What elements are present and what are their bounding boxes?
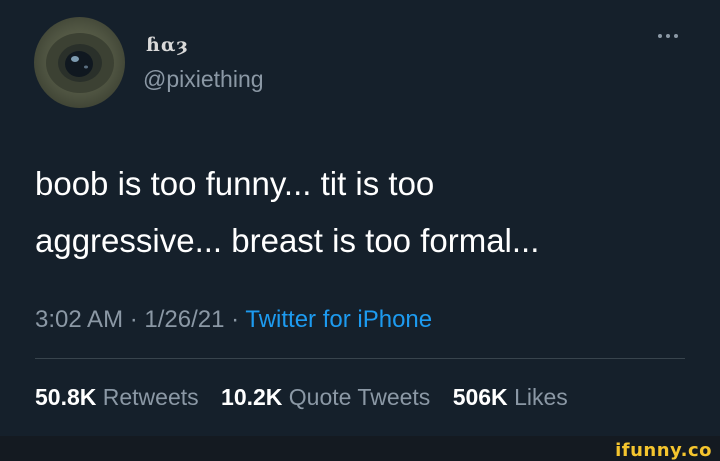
watermark-logo: ifunny.co [615, 440, 712, 461]
tweet-text-line: aggressive... breast is too formal... [35, 222, 540, 259]
tweet-date[interactable]: 1/26/21 [144, 306, 224, 333]
tweet-time[interactable]: 3:02 AM [35, 306, 123, 333]
handle[interactable]: @pixiething [143, 66, 264, 93]
likes-label: Likes [514, 384, 568, 410]
meta-separator: · [123, 306, 145, 333]
quote-tweets-count: 10.2K [221, 384, 283, 410]
watermark-bar [0, 436, 720, 459]
quote-tweets-label: Quote Tweets [288, 384, 431, 410]
retweets-label: Retweets [102, 384, 199, 410]
avatar-eye-icon [46, 33, 114, 93]
likes-count: 506K [452, 384, 508, 410]
more-horizontal-icon[interactable] [652, 30, 684, 42]
quote-tweets-stat[interactable]: 10.2K Quote Tweets [221, 384, 430, 410]
likes-stat[interactable]: 506K Likes [453, 384, 568, 410]
display-name[interactable]: ɦαȝ [146, 34, 189, 56]
tweet-stats: 50.8K Retweets 10.2K Quote Tweets 506K L… [35, 384, 584, 411]
tweet-source-link[interactable]: Twitter for iPhone [245, 306, 432, 333]
retweets-stat[interactable]: 50.8K Retweets [35, 384, 199, 410]
avatar[interactable] [34, 17, 125, 108]
divider [35, 358, 685, 359]
tweet-card: ɦαȝ @pixiething boob is too funny... tit… [0, 0, 720, 436]
retweets-count: 50.8K [35, 384, 97, 410]
more-dot [658, 34, 662, 38]
tweet-text-line: boob is too funny... tit is too [35, 165, 435, 202]
more-dot [674, 34, 678, 38]
tweet-text: boob is too funny... tit is too aggressi… [35, 155, 695, 269]
tweet-meta: 3:02 AM · 1/26/21 · Twitter for iPhone [35, 306, 432, 334]
meta-separator: · [224, 306, 246, 333]
more-dot [666, 34, 670, 38]
